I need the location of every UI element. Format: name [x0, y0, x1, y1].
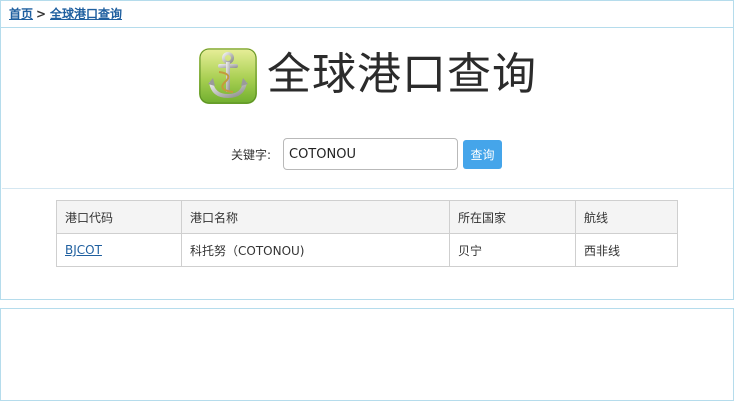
keyword-label: 关键字:: [231, 148, 272, 162]
breadcrumb-current-link[interactable]: 全球港口查询: [50, 1, 122, 27]
divider: [2, 188, 733, 189]
main-panel: 首页 > 全球港口查询 全球港口查询 关键字: COTONOU 查询 港口代码 …: [0, 0, 734, 300]
cell-port-name: 科托努（COTONOU): [181, 233, 450, 267]
results-table: 港口代码 港口名称 所在国家 航线 BJCOT 科托努（COTONOU) 贝宁 …: [56, 200, 678, 267]
port-code-link[interactable]: BJCOT: [65, 243, 102, 257]
breadcrumb-home-link[interactable]: 首页: [9, 1, 33, 27]
anchor-icon: [199, 48, 257, 104]
search-button[interactable]: 查询: [463, 140, 502, 169]
page-title: 全球港口查询: [267, 49, 537, 100]
cell-country: 贝宁: [449, 233, 576, 267]
header-port-name: 港口名称: [181, 200, 450, 234]
header-route: 航线: [575, 200, 678, 234]
keyword-input[interactable]: [283, 138, 458, 170]
secondary-panel: [0, 308, 734, 401]
table-header-row: 港口代码 港口名称 所在国家 航线: [56, 200, 678, 234]
breadcrumb-separator: >: [36, 7, 47, 21]
cell-port-code: BJCOT: [56, 233, 182, 267]
cell-route: 西非线: [575, 233, 678, 267]
breadcrumb: 首页 > 全球港口查询: [1, 1, 733, 28]
table-row: BJCOT 科托努（COTONOU) 贝宁 西非线: [56, 233, 678, 267]
header-country: 所在国家: [449, 200, 576, 234]
header-port-code: 港口代码: [56, 200, 182, 234]
